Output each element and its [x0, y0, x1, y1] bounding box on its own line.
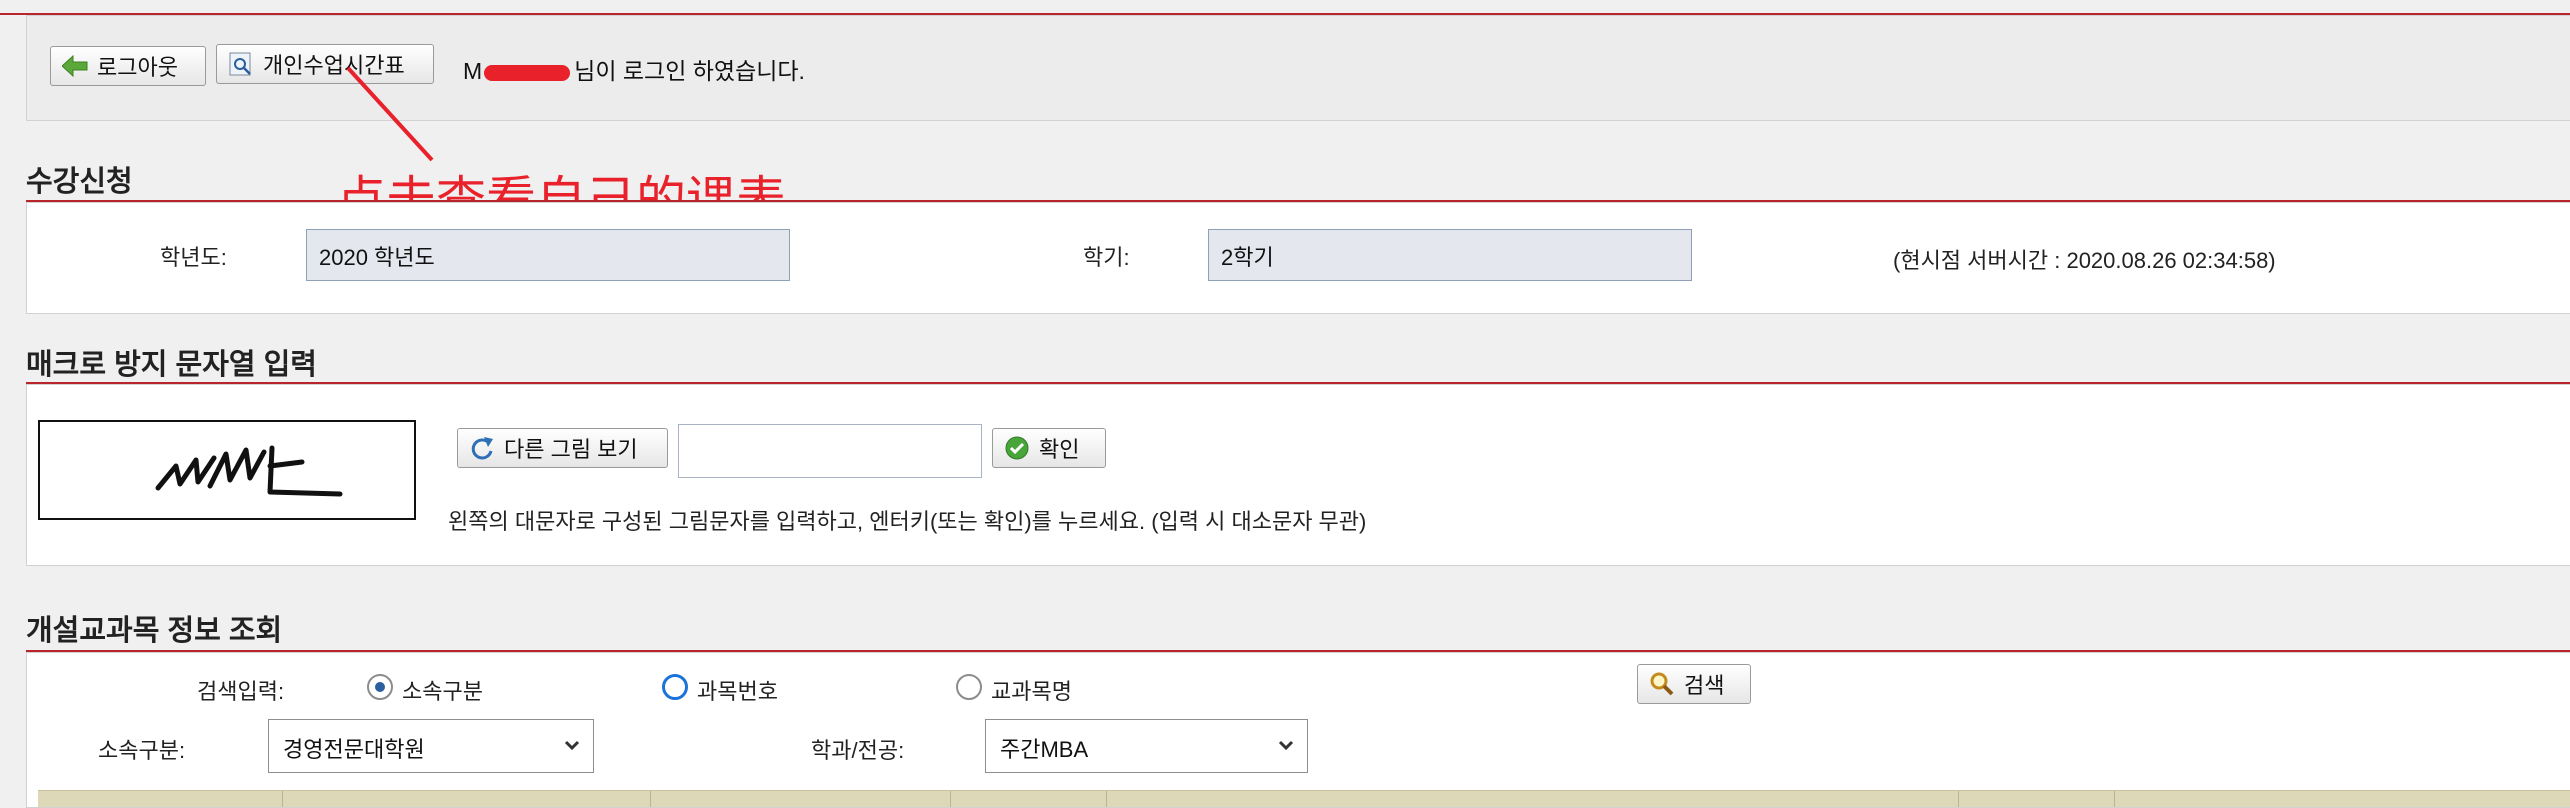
refresh-captcha-button[interactable]: 다른 그림 보기: [457, 428, 668, 468]
captcha-image: [38, 420, 416, 520]
radio-course-name[interactable]: [956, 674, 982, 700]
table-column-divider: [282, 791, 283, 807]
captcha-title: 매크로 방지 문자열 입력: [26, 349, 317, 381]
captcha-instruction: 왼쪽의 대문자로 구성된 그림문자를 입력하고, 엔터키(또는 확인)를 누르세…: [448, 509, 1367, 534]
confirm-button[interactable]: 확인: [992, 428, 1106, 468]
year-label: 학년도:: [160, 245, 227, 270]
department-label: 학과/전공:: [811, 738, 905, 763]
server-time: (현시점 서버시간 : 2020.08.26 02:34:58): [1893, 248, 2276, 273]
radio-course-name-label: 교과목명: [991, 679, 1072, 704]
radio-course-number[interactable]: [662, 674, 688, 700]
captcha-handwriting: [155, 445, 343, 497]
table-column-divider: [1958, 791, 1959, 807]
affiliation-label: 소속구분:: [98, 738, 186, 763]
logout-label: 로그아웃: [97, 55, 178, 80]
back-arrow-icon: [61, 52, 89, 80]
check-circle-icon: [1003, 434, 1031, 462]
chevron-down-icon: [563, 734, 581, 760]
search-type-label: 검색입력:: [197, 679, 285, 704]
registration-title: 수강신청: [26, 166, 133, 198]
magnifier-document-icon: [227, 50, 255, 78]
radio-affiliation-label: 소속구분: [402, 679, 483, 704]
captcha-input[interactable]: [678, 424, 982, 478]
redacted-username: [484, 65, 571, 81]
table-column-divider: [650, 791, 651, 807]
search-icon: [1648, 670, 1676, 698]
semester-label: 학기:: [1083, 245, 1130, 270]
chevron-down-icon: [1277, 734, 1295, 760]
radio-course-number-label: 과목번호: [697, 679, 778, 704]
department-select[interactable]: 주간MBA: [985, 719, 1308, 773]
course-table-header: [38, 790, 2570, 807]
login-status: M 님이 로그인 하였습니다.: [463, 52, 805, 86]
search-button[interactable]: 검색: [1637, 664, 1751, 704]
table-column-divider: [2114, 791, 2115, 807]
refresh-icon: [468, 434, 496, 462]
affiliation-value: 경영전문대학원: [283, 737, 425, 762]
annotation-arrow: [346, 66, 434, 162]
department-value: 주간MBA: [1000, 737, 1089, 762]
refresh-captcha-label: 다른 그림 보기: [504, 437, 638, 462]
table-column-divider: [1106, 791, 1107, 807]
radio-affiliation[interactable]: [367, 674, 393, 700]
course-search-title: 개설교과목 정보 조회: [26, 615, 283, 647]
logout-button[interactable]: 로그아웃: [50, 46, 206, 86]
year-field: 2020 학년도: [306, 229, 790, 281]
login-message: 님이 로그인 하였습니다.: [574, 58, 805, 84]
login-prefix: M: [463, 58, 483, 84]
confirm-label: 확인: [1039, 437, 1080, 462]
table-column-divider: [950, 791, 951, 807]
search-label: 검색: [1684, 673, 1725, 698]
semester-field: 2학기: [1208, 229, 1692, 281]
affiliation-select[interactable]: 경영전문대학원: [268, 719, 594, 773]
